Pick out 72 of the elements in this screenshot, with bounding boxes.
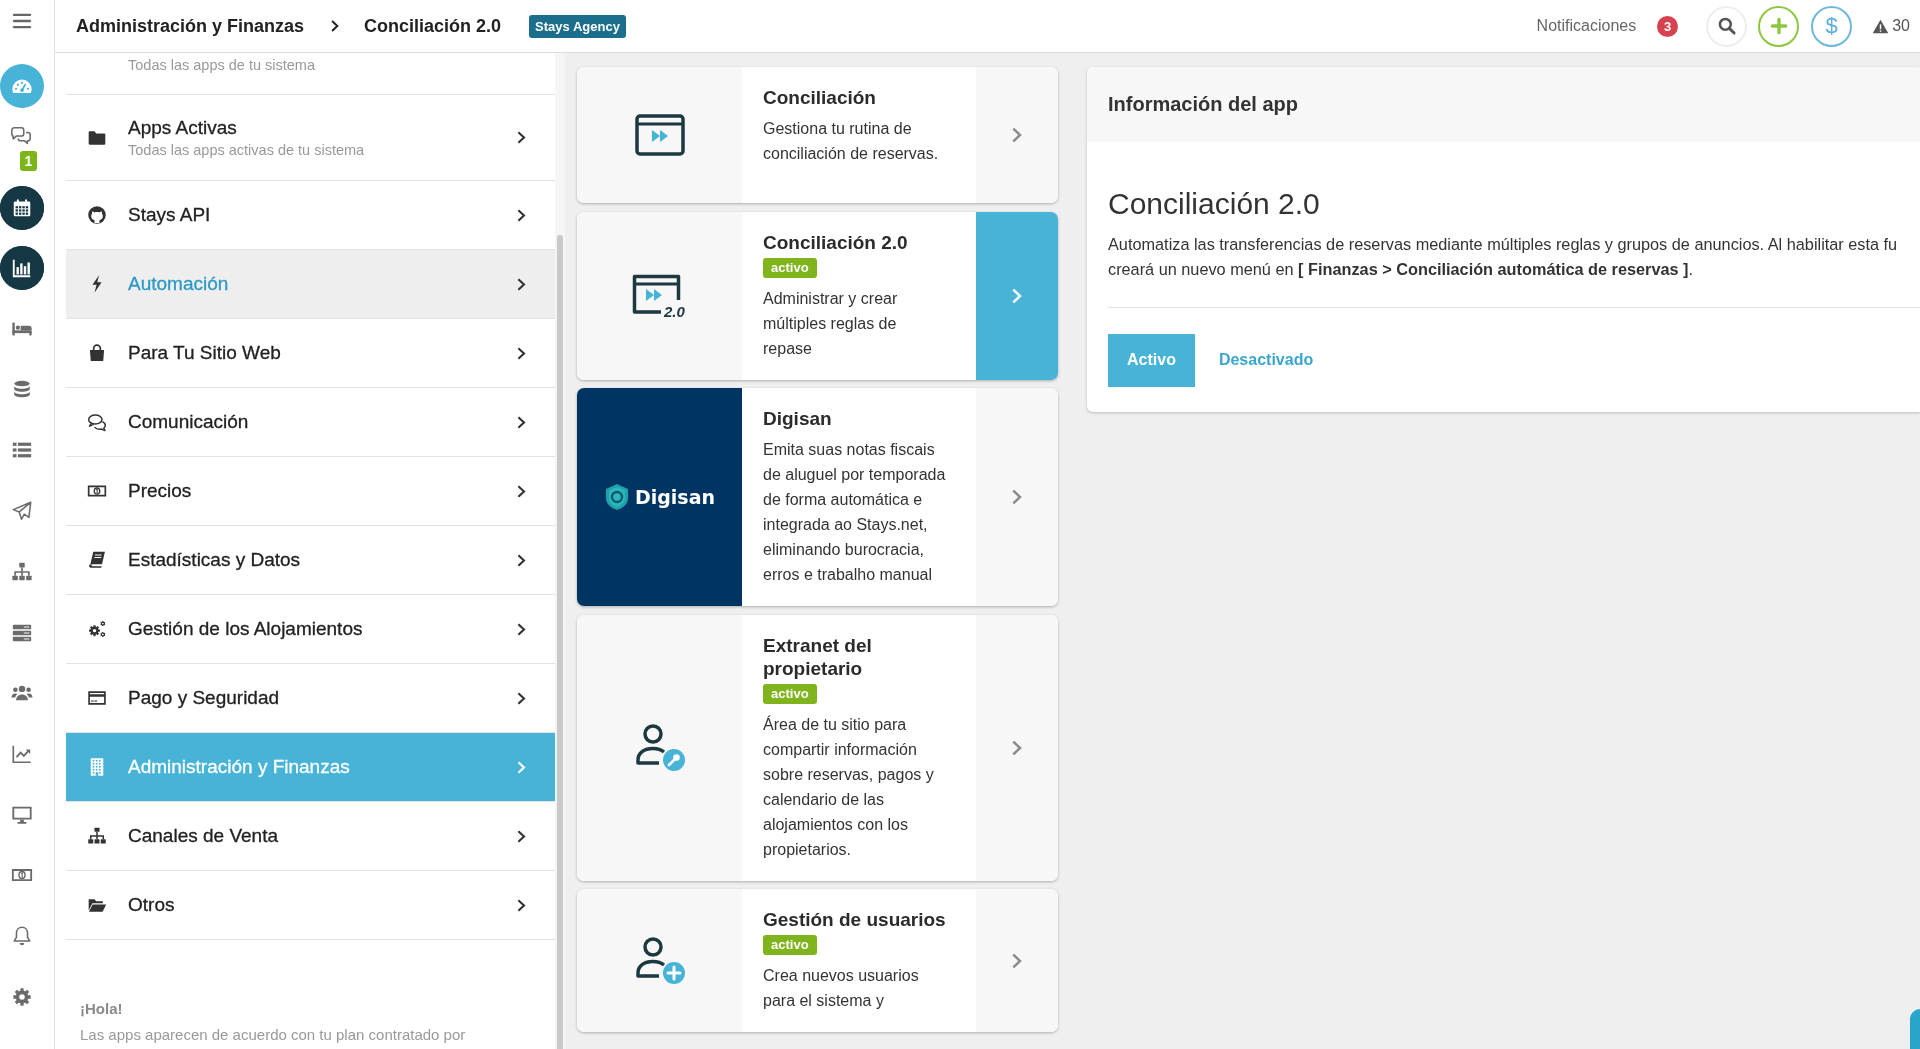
logo-text: Digisan	[634, 486, 716, 508]
bar-chart-icon[interactable]	[0, 246, 44, 291]
menu-item-title: Canales de Venta	[128, 825, 278, 847]
menu-item-title: Automación	[128, 273, 229, 295]
menu-item-title: Apps Activas	[128, 117, 238, 139]
menu-item[interactable]: Gestión de los Alojamientos	[66, 595, 555, 664]
menu-item-title: Para Tu Sitio Web	[128, 342, 281, 364]
menu-item-title: Gestión de los Alojamientos	[128, 618, 363, 640]
notifications-link[interactable]: Notificaciones	[1536, 17, 1637, 35]
card-description: Gestiona tu rutina de conciliación de reservas.	[763, 119, 940, 164]
settings-icon[interactable]	[11, 985, 33, 1008]
book-icon	[87, 550, 107, 570]
account-badge: Stays Agency	[529, 14, 626, 38]
status-badge: activo	[763, 257, 817, 278]
search-icon	[1716, 16, 1737, 36]
menu-item-title: Precios	[128, 480, 192, 502]
menu-item-title: Pago y Seguridad	[128, 687, 280, 709]
breadcrumb-item[interactable]: Administración y Finanzas	[76, 15, 305, 37]
app-card[interactable]: Conciliación Gestiona tu rutina de conciliación de reservas.	[577, 67, 1058, 203]
calendar-icon[interactable]	[0, 185, 44, 230]
card-description: Área de tu sitio para compartir información sobre reservas, pagos y calendario de las alojamientos con los propietarios.	[763, 714, 935, 860]
credit-card-icon	[87, 688, 107, 708]
menu-item-title: Administración y Finanzas	[128, 756, 350, 778]
warning-icon	[1872, 17, 1890, 35]
menu-item[interactable]: Precios	[66, 457, 555, 526]
menu-item-subtitle: Todas las apps activas de tu sistema	[128, 142, 365, 158]
app-card[interactable]: Digisan Digisan Emita suas notas fiscais de aluguel por temporada de forma automática e integrada ao Stays.net, eliminando burocracia, erros e trabalho manual	[577, 388, 1058, 606]
speech-bubbles-icon	[87, 412, 107, 432]
app-title: Conciliación 2.0	[1108, 186, 1321, 222]
menu-item[interactable]: Comunicación	[66, 388, 555, 457]
app-card[interactable]: Extranet del propietario activo Área de tu sitio para compartir información sobre reservas, pagos y calendario de las alojamientos con los propietarios.	[577, 614, 1058, 881]
panel-title: Información del app	[1108, 93, 1299, 116]
sitemap-icon	[87, 826, 107, 846]
menu-item[interactable]: Para Tu Sitio Web	[66, 319, 555, 388]
paper-plane-icon[interactable]	[11, 500, 33, 523]
card-title: Conciliación	[763, 86, 876, 109]
scrollbar[interactable]	[555, 53, 565, 1049]
menu-item-title: Stays API	[128, 204, 211, 226]
cat-face-icon	[87, 205, 107, 225]
menu-item-title: Comunicación	[128, 411, 249, 433]
note-title: ¡Hola!	[80, 999, 124, 1019]
bell-icon[interactable]	[11, 924, 33, 947]
menu-item-title: Estadísticas y Datos	[128, 549, 301, 571]
app-description: Automatiza las transferencias de reservas mediante múltiples reglas y grupos de anuncios. Al habilitar esta fu creará un nuevo menú en [ Finanzas > Conciliación automática de reservas ].	[1108, 233, 1899, 280]
card-title: Gestión de usuarios	[763, 908, 946, 931]
card-title: Conciliación 2.0	[763, 230, 908, 254]
note-text: Las apps aparecen de acuerdo con tu plan contratado por	[80, 1025, 467, 1045]
menu-item[interactable]: Estadísticas y Datos	[66, 526, 555, 595]
shopping-bag-icon	[87, 343, 107, 363]
menu-item-subtitle: Todas las apps de tu sistema	[128, 57, 315, 73]
search-button[interactable]	[1706, 5, 1748, 47]
warning-count: 30	[1892, 17, 1910, 35]
window-play-icon	[634, 114, 685, 156]
card-title: Extranet del propietario	[763, 633, 873, 680]
status-badge: activo	[763, 935, 817, 955]
menu-item[interactable]: Otros	[66, 871, 555, 940]
sitemap-icon[interactable]	[11, 560, 33, 583]
card-description: Crea nuevos usuarios para el sistema y	[763, 966, 920, 1011]
app-card[interactable]: Gestión de usuarios activo Crea nuevos usuarios para el sistema y	[577, 889, 1058, 1032]
card-title: Digisan	[763, 407, 832, 430]
notification-count: 3	[1657, 15, 1679, 37]
menu-item-title: Otros	[128, 894, 175, 916]
shield-logo-icon	[603, 483, 630, 511]
app-card[interactable]: 2.0 Conciliación 2.0 activo Administrar y crear múltiples reglas de repase	[577, 211, 1058, 380]
card-description: Emita suas notas fiscais de aluguel por temporada de forma automática e integrada ao Stays.net, eliminando burocracia, erros e trabalho manual	[763, 440, 947, 585]
status-badge: activo	[763, 683, 817, 704]
menu-item[interactable]: Canales de Venta	[66, 802, 555, 871]
plus-icon	[1768, 16, 1789, 36]
breadcrumb-item: Conciliación 2.0	[364, 15, 502, 37]
card-description: Administrar y crear múltiples reglas de repase	[763, 288, 899, 359]
gears-icon	[87, 619, 107, 639]
count-badge: 1	[20, 150, 37, 171]
